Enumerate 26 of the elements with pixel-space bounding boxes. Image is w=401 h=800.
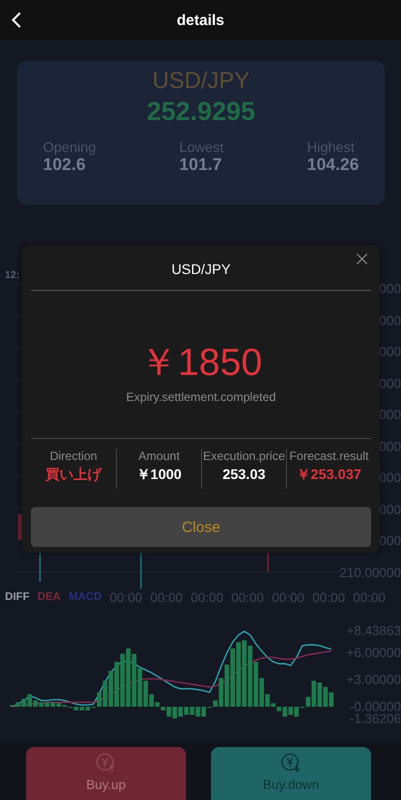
close-icon[interactable] [356, 253, 368, 265]
page-title: details [176, 12, 224, 28]
yen-down-icon [281, 753, 301, 773]
detail-label: Direction [50, 449, 98, 463]
dialog-title: USD/JPY [171, 261, 231, 277]
time-label: 12: [5, 270, 20, 281]
result-amount: ￥1850 [140, 341, 262, 386]
detail-value: 253.03 [222, 466, 266, 482]
settlement-status: Expiry.settlement.completed [126, 390, 276, 404]
detail-label: Amount [138, 449, 180, 463]
detail-value: 買い上げ [46, 466, 102, 484]
indicator-legend: DEA [37, 591, 61, 603]
buy-up-button[interactable]: Buy.up [26, 747, 186, 800]
indicator-legend: DIFF [5, 591, 30, 603]
yen-up-icon [96, 753, 116, 773]
detail-value: ￥1000 [136, 466, 182, 484]
indicator-legend: MACD [68, 591, 102, 603]
stat-value: 102.6 [43, 155, 87, 175]
detail-label: Forecast.result [289, 449, 369, 463]
close-button[interactable]: Close [31, 507, 371, 547]
stat-value: 101.7 [179, 155, 223, 175]
detail-value: ￥253.037 [296, 466, 362, 484]
currency-pair: USD/JPY [152, 67, 250, 94]
current-price: 252.9295 [146, 96, 256, 127]
detail-label: Execution.price [202, 449, 286, 463]
stat-value: 104.26 [306, 155, 359, 175]
